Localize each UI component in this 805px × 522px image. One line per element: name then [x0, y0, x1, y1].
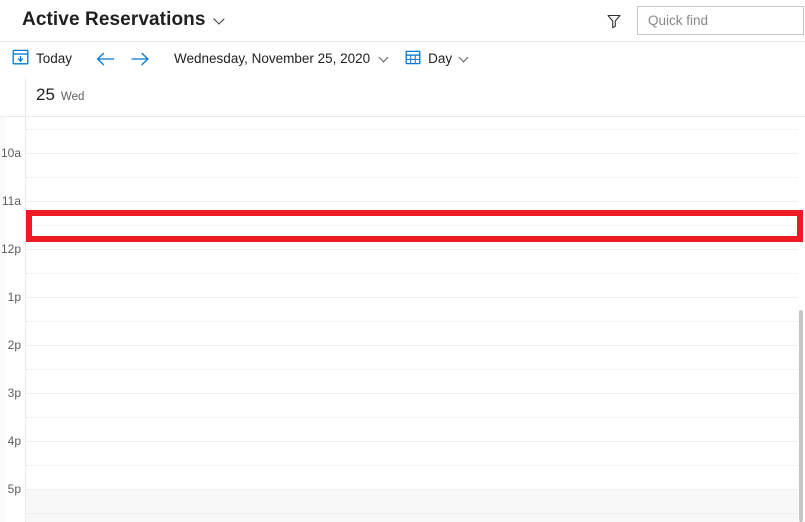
page-title-dropdown[interactable]: Active Reservations	[22, 8, 226, 32]
half-hour-gridline	[26, 417, 798, 418]
time-label: 1p	[7, 290, 21, 304]
half-hour-gridline	[26, 177, 798, 178]
chevron-down-icon[interactable]	[459, 53, 471, 65]
app-header: Active Reservations	[0, 0, 805, 42]
calendar-today-icon	[12, 48, 29, 70]
hour-gridline	[26, 249, 798, 250]
time-gutter: 10a 11a 12p 1p 2p 3p 4p 5p	[1, 117, 26, 522]
time-label: 5p	[7, 482, 21, 496]
hour-gridline	[26, 201, 798, 202]
half-hour-gridline	[26, 513, 798, 514]
time-label: 10a	[0, 146, 21, 160]
half-hour-gridline	[26, 321, 798, 322]
today-button[interactable]: Today	[8, 44, 76, 74]
day-column[interactable]	[26, 117, 798, 522]
half-hour-gridline	[26, 273, 798, 274]
date-picker-button[interactable]: Wednesday, November 25, 2020	[174, 44, 391, 74]
day-header-label[interactable]: 25 Wed	[36, 85, 84, 105]
calendar-app: Active Reservations Quick find Today Wed…	[0, 0, 805, 522]
time-label: 4p	[7, 434, 21, 448]
hour-gridline	[26, 441, 798, 442]
hour-gridline	[26, 393, 798, 394]
quick-find-search-box[interactable]	[637, 6, 805, 35]
previous-day-button[interactable]	[90, 44, 122, 74]
half-hour-gridline	[26, 129, 798, 130]
hour-gridline	[26, 297, 798, 298]
time-label: 11a	[1, 194, 21, 208]
today-button-label: Today	[36, 51, 73, 66]
chevron-down-icon[interactable]	[379, 53, 391, 65]
scrollbar-thumb[interactable]	[799, 310, 803, 522]
hour-gridline	[26, 345, 798, 346]
hour-gridline	[26, 489, 798, 490]
day-of-week: Wed	[60, 91, 85, 103]
search-input[interactable]	[638, 7, 805, 34]
view-selector-label: Day	[428, 51, 453, 66]
hour-gridline	[26, 153, 798, 154]
calendar-grid[interactable]: 10a 11a 12p 1p 2p 3p 4p 5p	[0, 117, 805, 522]
next-day-button[interactable]	[124, 44, 156, 74]
vertical-scrollbar[interactable]	[798, 117, 804, 522]
half-hour-gridline	[26, 225, 798, 226]
view-selector-button[interactable]: Day	[405, 44, 471, 74]
time-label: 3p	[7, 386, 21, 400]
half-hour-gridline	[26, 369, 798, 370]
calendar-command-bar: Today Wednesday, November 25, 2020 Day	[0, 42, 805, 76]
half-hour-gridline	[26, 465, 798, 466]
time-label: 12p	[0, 242, 21, 256]
time-label: 2p	[7, 338, 21, 352]
day-number: 25	[36, 85, 55, 104]
day-header-row: 25 Wed	[0, 77, 805, 117]
filter-funnel-icon[interactable]	[604, 11, 624, 31]
non-working-hours-shading	[26, 489, 798, 522]
calendar-day-icon	[405, 49, 421, 70]
chevron-down-icon[interactable]	[214, 14, 226, 26]
time-gutter-header	[5, 77, 26, 116]
current-date-label: Wednesday, November 25, 2020	[174, 51, 371, 66]
page-title: Active Reservations	[22, 9, 206, 30]
